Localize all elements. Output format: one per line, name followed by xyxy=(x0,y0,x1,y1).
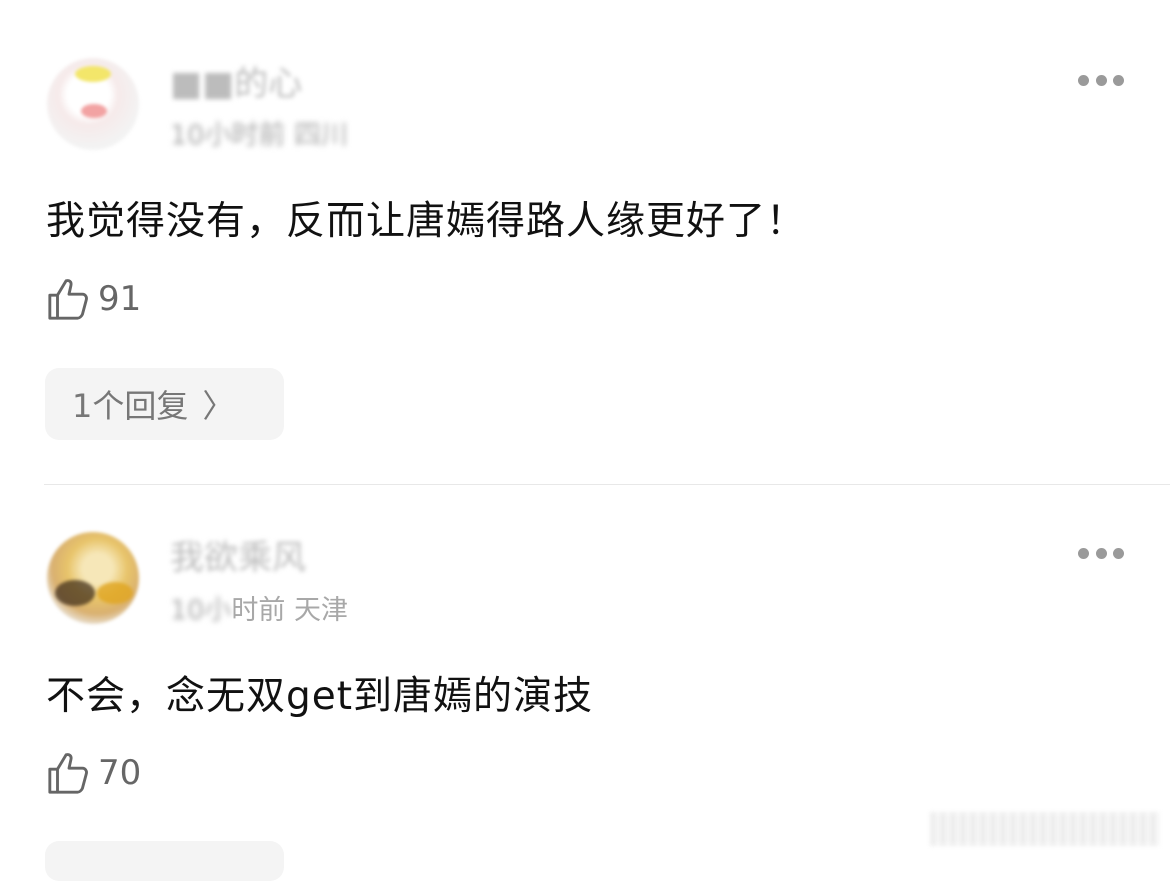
comment-meta: 10小时前 天津 xyxy=(170,588,348,627)
chevron-right-icon: 〉 xyxy=(202,387,235,425)
view-replies-button[interactable] xyxy=(45,841,284,881)
like-button[interactable]: 70 xyxy=(46,750,141,796)
like-count: 91 xyxy=(98,279,142,319)
view-replies-button[interactable]: 1个回复 〉 xyxy=(45,368,284,440)
comment-text: 我觉得没有，反而让唐嫣得路人缘更好了！ xyxy=(46,199,807,244)
more-dots-icon[interactable] xyxy=(1078,547,1124,559)
comment-time-blurred: 10小 xyxy=(170,595,232,626)
comment-meta: 10小时前 四川 xyxy=(170,113,348,152)
like-count: 70 xyxy=(98,753,142,793)
comment-text: 不会，念无双get到唐嫣的演技 xyxy=(46,674,594,719)
thumbs-up-icon xyxy=(48,279,88,320)
avatar[interactable] xyxy=(47,58,139,150)
avatar[interactable] xyxy=(47,532,139,624)
comment-time: 时前 xyxy=(231,595,286,626)
like-button[interactable]: 91 xyxy=(46,276,141,322)
comment-time: 10小时前 xyxy=(170,120,286,151)
divider xyxy=(44,484,1170,485)
thumbs-up-icon xyxy=(48,753,88,794)
more-dots-icon[interactable] xyxy=(1078,74,1124,86)
comment-location: 天津 xyxy=(293,595,348,626)
username[interactable]: ■■的心 xyxy=(170,56,302,105)
reply-count-label: 1个回复 xyxy=(72,387,189,425)
watermark xyxy=(930,812,1160,846)
username[interactable]: 我欲乘风 xyxy=(170,530,306,579)
comment-location: 四川 xyxy=(293,120,348,151)
